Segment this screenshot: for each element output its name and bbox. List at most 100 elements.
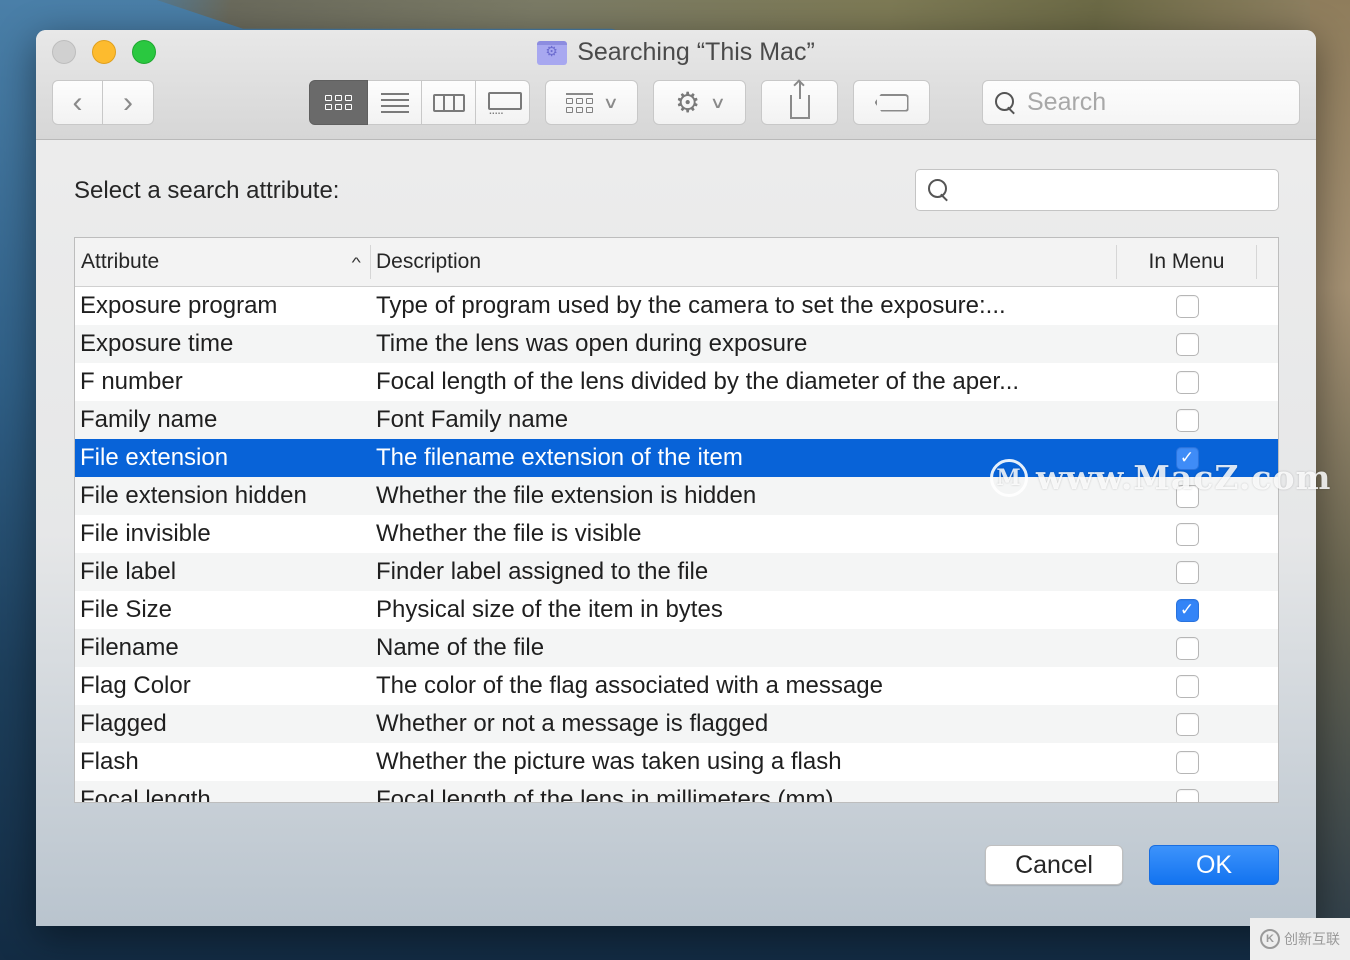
chevron-down-icon: ∨	[602, 94, 620, 112]
search-icon	[995, 91, 1017, 114]
description-cell: Type of program used by the camera to se…	[376, 292, 1006, 319]
icon-view-button[interactable]	[309, 80, 368, 125]
watermark: M www.MacZ.com	[990, 458, 1331, 497]
in-menu-cell	[1117, 788, 1257, 802]
in-menu-checkbox[interactable]	[1175, 750, 1199, 774]
action-button[interactable]: ⚙ ∨	[653, 80, 746, 125]
in-menu-cell: ✓	[1117, 598, 1257, 622]
attribute-cell: F number	[80, 368, 183, 395]
in-menu-cell	[1117, 294, 1257, 318]
attribute-filter-input[interactable]	[915, 169, 1279, 211]
in-menu-checkbox[interactable]	[1175, 712, 1199, 736]
table-row[interactable]: Filename Name of the file	[75, 629, 1278, 667]
window-title-text: Searching “This Mac”	[577, 38, 815, 66]
description-cell: Font Family name	[376, 406, 569, 433]
in-menu-cell	[1117, 332, 1257, 356]
corner-badge-logo-icon: K	[1260, 929, 1280, 949]
in-menu-cell	[1117, 674, 1257, 698]
forward-button[interactable]: ›	[103, 80, 154, 125]
gallery-icon	[487, 91, 522, 117]
attribute-cell: Flash	[80, 748, 139, 775]
in-menu-checkbox[interactable]	[1175, 674, 1199, 698]
column-header-description[interactable]: Description	[371, 245, 1117, 279]
column-header-description-label: Description	[376, 250, 482, 273]
in-menu-cell	[1117, 408, 1257, 432]
window-title: Searching “This Mac”	[36, 38, 1316, 67]
attribute-cell: Family name	[80, 406, 218, 433]
attribute-cell: File extension	[80, 444, 229, 471]
sheet-prompt: Select a search attribute:	[74, 177, 340, 204]
description-cell: Time the lens was open during exposure	[376, 330, 808, 357]
smart-folder-icon	[537, 40, 568, 65]
table-row[interactable]: File invisible Whether the file is visibl…	[75, 515, 1278, 553]
share-button[interactable]	[761, 78, 838, 125]
table-row[interactable]: Exposure program Type of program used by …	[75, 287, 1278, 325]
column-header-in-menu[interactable]: In Menu	[1117, 245, 1257, 279]
in-menu-checkbox[interactable]	[1175, 408, 1199, 432]
list-view-button[interactable]	[368, 80, 422, 125]
columns-icon	[432, 93, 465, 112]
toolbar-search-field[interactable]: Search	[982, 80, 1300, 125]
description-cell: Finder label assigned to the file	[376, 558, 709, 585]
column-header-attribute-label: Attribute	[81, 250, 160, 273]
table-row[interactable]: F number Focal length of the lens divided…	[75, 363, 1278, 401]
share-icon	[789, 78, 810, 119]
watermark-text: www.MacZ.com	[1036, 458, 1332, 497]
table-row[interactable]: File label Finder label assigned to the f…	[75, 553, 1278, 591]
attribute-cell: File extension hidden	[80, 482, 307, 509]
in-menu-checkbox[interactable]	[1175, 370, 1199, 394]
gallery-view-button[interactable]	[476, 80, 530, 125]
navigation-group: ‹ ›	[52, 80, 154, 125]
description-cell: Whether or not a message is flagged	[376, 710, 769, 737]
description-cell: Physical size of the item in bytes	[376, 596, 723, 623]
back-button[interactable]: ‹	[52, 80, 103, 125]
group-by-button[interactable]: ∨	[545, 80, 638, 125]
tag-icon	[874, 93, 909, 112]
chevron-right-icon: ›	[123, 85, 133, 119]
description-cell: Whether the file is visible	[376, 520, 642, 547]
chevron-left-icon: ‹	[72, 85, 83, 119]
description-cell: Focal length of the lens divided by the …	[376, 368, 1020, 395]
in-menu-checkbox[interactable]	[1175, 332, 1199, 356]
attribute-table: Attribute ^ Description In Menu Exposure…	[74, 237, 1279, 803]
table-row[interactable]: Family name Font Family name	[75, 401, 1278, 439]
in-menu-cell	[1117, 750, 1257, 774]
cancel-button[interactable]: Cancel	[985, 845, 1123, 885]
in-menu-cell	[1117, 560, 1257, 584]
table-row[interactable]: Flag Color The color of the flag associat…	[75, 667, 1278, 705]
column-view-button[interactable]	[422, 80, 476, 125]
checkmark-icon: ✓	[1179, 600, 1195, 619]
in-menu-checkbox[interactable]: ✓	[1175, 598, 1199, 622]
tag-button[interactable]	[853, 80, 930, 125]
column-header-attribute[interactable]: Attribute ^	[75, 245, 371, 279]
ok-button[interactable]: OK	[1149, 845, 1279, 885]
watermark-logo-icon: M	[990, 458, 1028, 497]
in-menu-cell	[1117, 636, 1257, 660]
table-row[interactable]: Flagged Whether or not a message is flagg…	[75, 705, 1278, 743]
in-menu-cell	[1117, 370, 1257, 394]
chevron-down-icon: ∨	[709, 94, 727, 112]
in-menu-checkbox[interactable]	[1175, 560, 1199, 584]
in-menu-checkbox[interactable]	[1175, 636, 1199, 660]
description-cell: Name of the file	[376, 634, 545, 661]
icon-grid-icon	[325, 95, 352, 110]
corner-badge-text: 创新互联	[1284, 931, 1340, 947]
table-row[interactable]: Flash Whether the picture was taken using…	[75, 743, 1278, 781]
attribute-cell: Exposure time	[80, 330, 234, 357]
search-icon	[928, 179, 950, 201]
attribute-cell: File label	[80, 558, 177, 585]
view-mode-group	[309, 80, 530, 125]
in-menu-checkbox[interactable]	[1175, 294, 1199, 318]
list-icon	[380, 92, 409, 113]
in-menu-checkbox[interactable]	[1175, 788, 1199, 802]
table-row[interactable]: File Size Physical size of the item in by…	[75, 591, 1278, 629]
column-header-in-menu-label: In Menu	[1148, 250, 1225, 273]
in-menu-checkbox[interactable]	[1175, 522, 1199, 546]
ok-button-label: OK	[1195, 850, 1233, 879]
gear-icon: ⚙	[675, 87, 701, 118]
corner-badge: K 创新互联	[1250, 918, 1350, 960]
cancel-button-label: Cancel	[1015, 850, 1093, 879]
table-row[interactable]: Exposure time Time the lens was open duri…	[75, 325, 1278, 363]
description-cell: The color of the flag associated with a …	[376, 672, 883, 699]
table-row[interactable]: Focal length Focal length of the lens in …	[75, 781, 1278, 802]
